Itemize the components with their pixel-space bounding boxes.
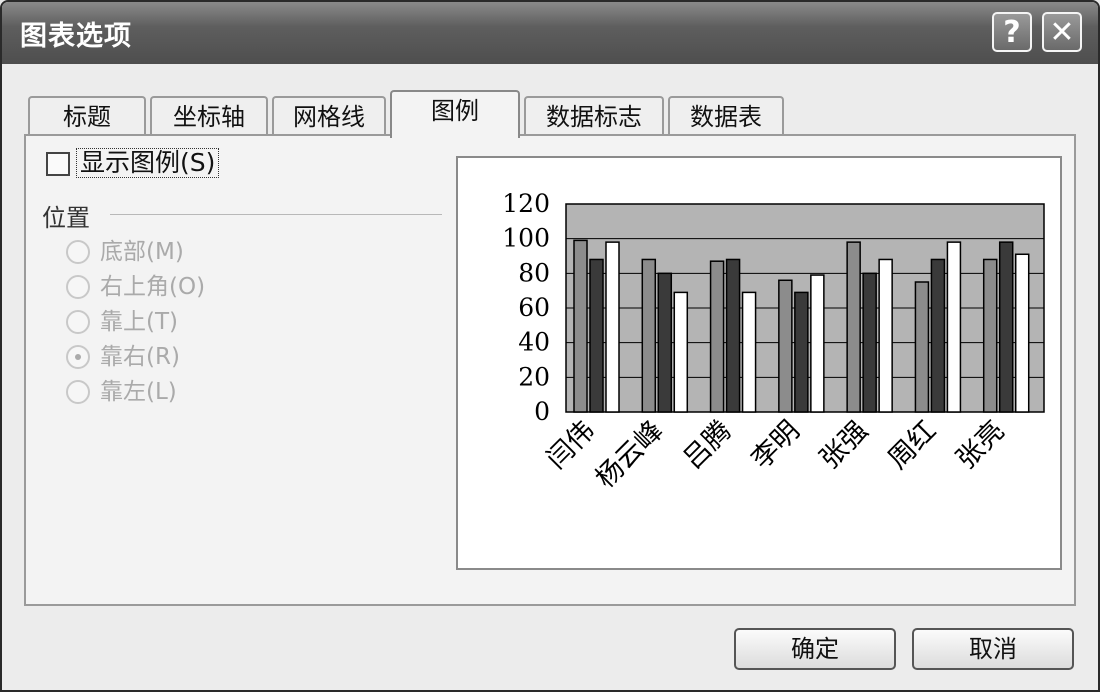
y-tick-label: 20 xyxy=(518,362,550,391)
radio-button xyxy=(66,275,90,299)
bar xyxy=(846,241,861,413)
bar xyxy=(1014,253,1030,413)
bar xyxy=(673,291,689,413)
radio-label: 右上角(O) xyxy=(100,274,206,300)
bar xyxy=(794,291,809,413)
bar xyxy=(709,260,725,413)
tab-legend[interactable]: 图例 xyxy=(390,90,520,138)
radio-label: 靠右(R) xyxy=(100,344,180,370)
bar xyxy=(725,258,741,413)
chart-preview: 0 20 40 60 80 100 120 闫伟 杨云峰 吕腾 李明 张强 周红 张亮 xyxy=(456,156,1062,570)
close-button[interactable]: ✕ xyxy=(1042,12,1082,52)
dialog-title: 图表选项 xyxy=(20,21,132,52)
bar xyxy=(589,258,604,413)
tab-titles[interactable]: 标题 xyxy=(28,96,146,136)
radio-button xyxy=(66,345,90,369)
radio-label: 靠左(L) xyxy=(100,379,177,405)
radio-button xyxy=(66,240,90,264)
radio-label: 底部(M) xyxy=(100,239,184,265)
y-tick-label: 120 xyxy=(502,189,550,218)
chart-options-dialog: 图表选项 ? ✕ 标题 坐标轴 网格线 图例 数据标志 数据表 显示图例(S) … xyxy=(0,0,1100,692)
bar xyxy=(810,274,825,413)
title-bar: 图表选项 ? ✕ xyxy=(2,2,1098,64)
x-tick-label: 杨云峰 xyxy=(590,415,669,494)
y-tick-label: 0 xyxy=(534,397,550,426)
x-tick-label: 李明 xyxy=(746,415,806,475)
tab-data-table[interactable]: 数据表 xyxy=(668,96,784,136)
x-tick-label: 周红 xyxy=(882,415,942,475)
bar xyxy=(741,291,757,413)
y-tick-label: 60 xyxy=(518,293,550,322)
y-tick-label: 40 xyxy=(518,328,550,357)
bar xyxy=(862,272,877,413)
position-group-divider xyxy=(110,214,442,215)
bar xyxy=(998,241,1014,413)
bar xyxy=(946,241,962,413)
bar xyxy=(930,258,946,413)
radio-button xyxy=(66,380,90,404)
bar xyxy=(914,281,930,413)
x-tick-label: 张强 xyxy=(814,415,874,475)
bar xyxy=(605,241,620,413)
show-legend-checkbox[interactable] xyxy=(46,152,70,176)
help-button[interactable]: ? xyxy=(992,12,1032,52)
y-tick-label: 80 xyxy=(518,258,550,287)
x-tick-label: 张亮 xyxy=(951,415,1011,475)
legend-tab-panel: 显示图例(S) 位置 底部(M) 右上角(O) 靠上(T) 靠右(R) 靠左(L… xyxy=(24,134,1076,606)
bar xyxy=(641,258,657,413)
show-legend-label[interactable]: 显示图例(S) xyxy=(76,148,220,178)
x-tick-label: 吕腾 xyxy=(677,415,737,475)
radio-label: 靠上(T) xyxy=(100,309,178,335)
radio-button xyxy=(66,310,90,334)
bar xyxy=(878,258,893,413)
cancel-button[interactable]: 取消 xyxy=(912,628,1074,670)
position-group-label: 位置 xyxy=(42,204,90,232)
bar xyxy=(573,239,588,413)
tab-gridlines[interactable]: 网格线 xyxy=(272,96,386,136)
y-tick-label: 100 xyxy=(502,224,550,253)
chart-svg: 020406080100120闫伟杨云峰 吕腾 李明 张强 周红 张亮 xyxy=(502,189,1045,494)
tab-axes[interactable]: 坐标轴 xyxy=(150,96,268,136)
bar xyxy=(778,279,793,413)
bar xyxy=(982,258,998,413)
bar xyxy=(657,272,673,413)
tab-data-labels[interactable]: 数据标志 xyxy=(524,96,664,136)
ok-button[interactable]: 确定 xyxy=(734,628,896,670)
